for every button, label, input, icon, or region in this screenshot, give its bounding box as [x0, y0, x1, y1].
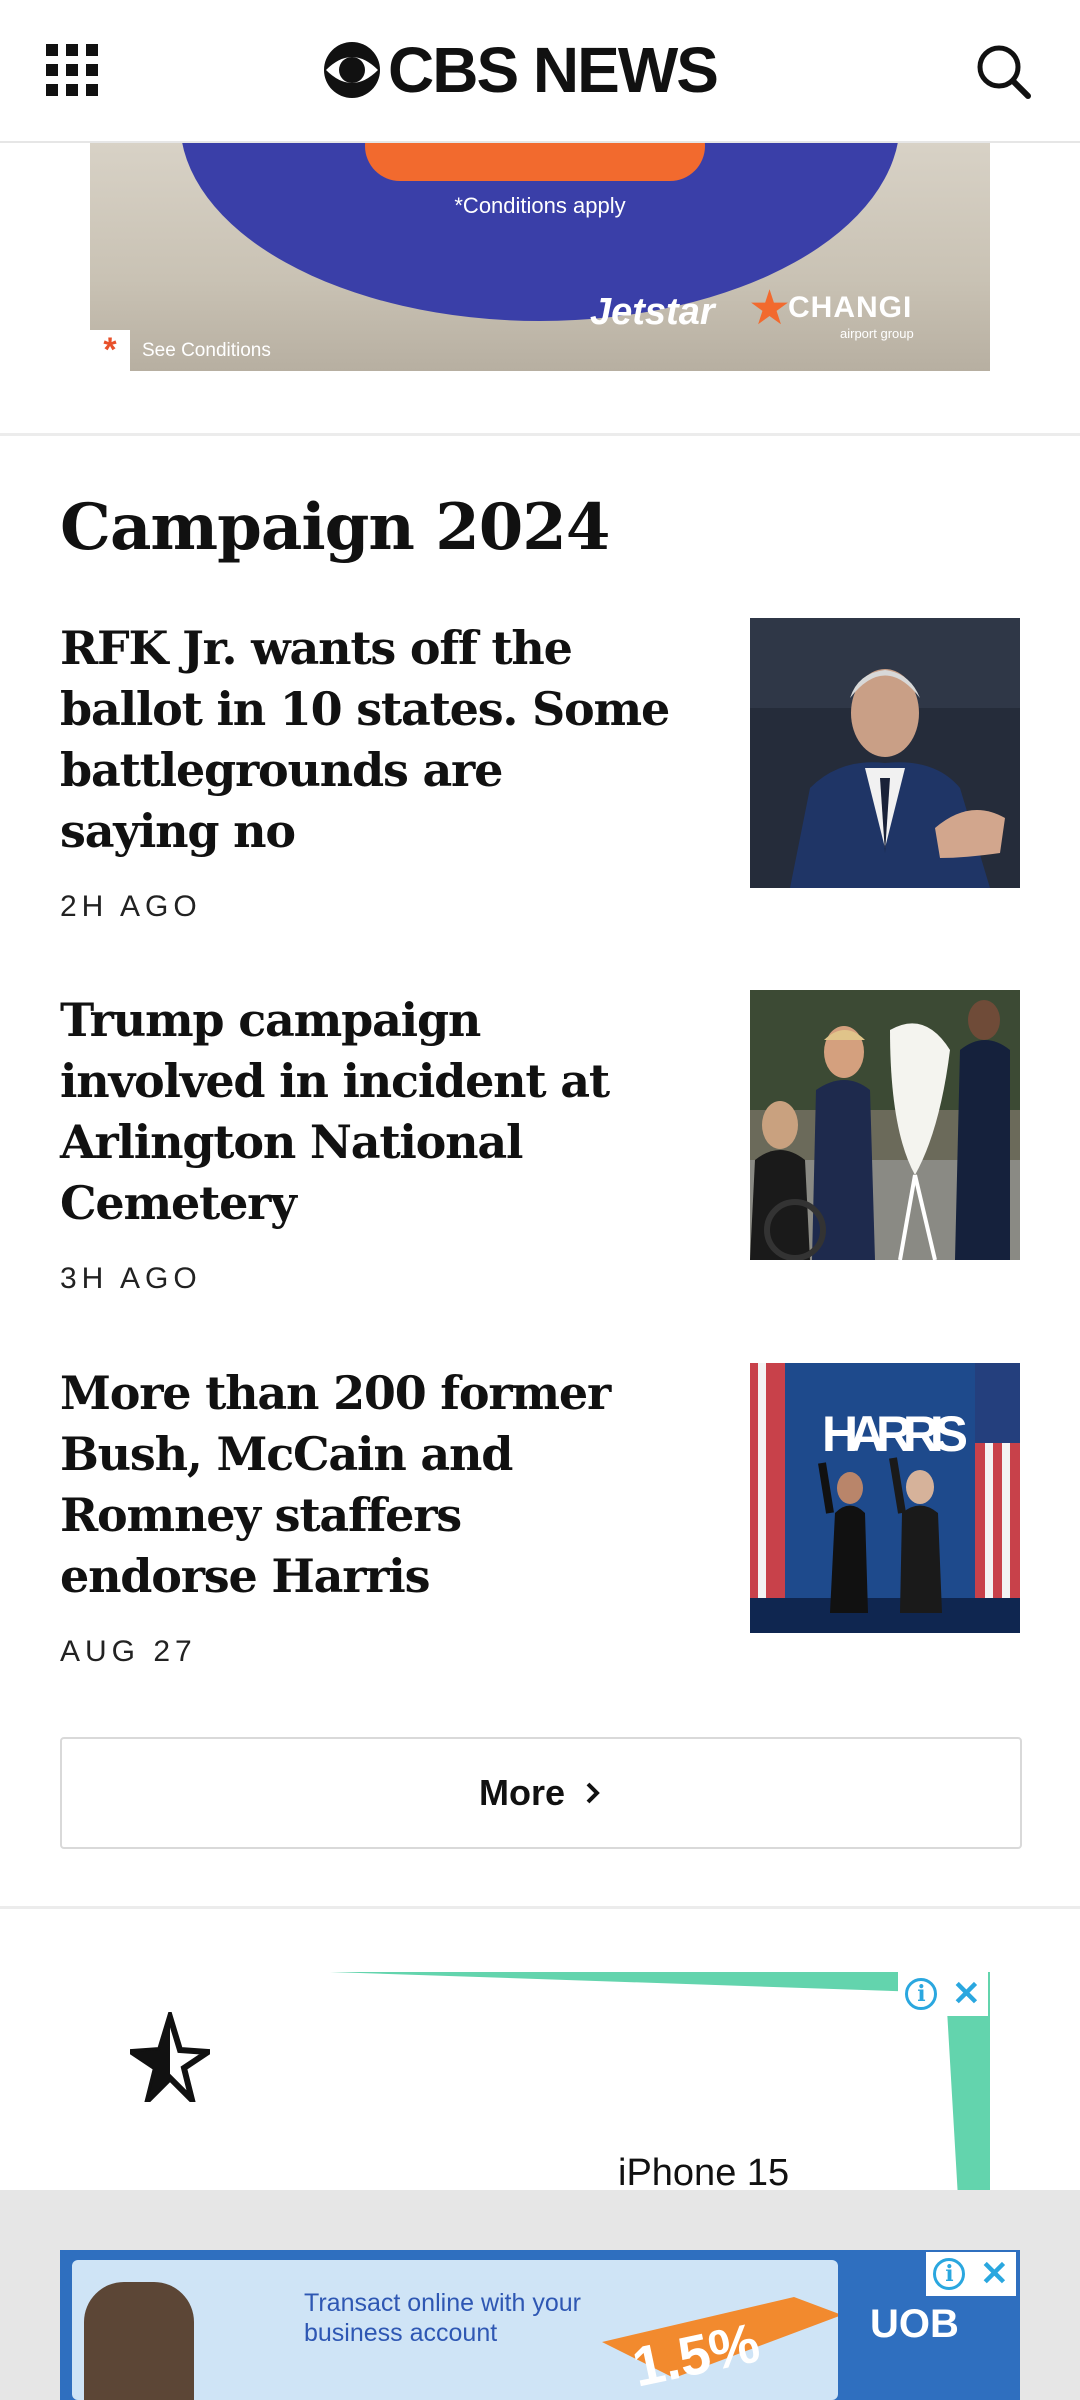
uob-logo-text: UOB [870, 2302, 959, 2346]
more-button-label: More [478, 1772, 565, 1813]
story-timestamp: AUG 27 [60, 1635, 197, 1668]
top-nav-bar: CBS NEWS [0, 0, 1080, 143]
thumbnail-sign-text: HARRIS [822, 1406, 968, 1462]
story-headline[interactable]: More than 200 former Bush, McCain and Ro… [60, 1363, 670, 1607]
changi-sub-text: airport group [840, 326, 914, 341]
section-divider [0, 433, 1080, 436]
ad-product-text: iPhone 15 [618, 2152, 790, 2190]
story-thumbnail[interactable] [750, 990, 1020, 1260]
see-conditions-label: See Conditions [142, 339, 271, 361]
story-card[interactable]: More than 200 former Bush, McCain and Ro… [60, 1363, 1020, 1668]
story-timestamp: 3H AGO [60, 1262, 202, 1295]
asterisk-icon: * [90, 330, 130, 371]
ad-join-pill [365, 141, 705, 181]
ad-close-icon[interactable]: ✕ [952, 1977, 981, 2011]
ad-choices-control[interactable]: i ✕ [898, 1972, 988, 2016]
story-card[interactable]: RFK Jr. wants off the ballot in 10 state… [60, 618, 1020, 923]
starhub-logo-icon [130, 2012, 210, 2102]
uob-banner-ad[interactable]: Transact online with your business accou… [60, 2250, 1020, 2400]
section-divider [0, 1906, 1080, 1909]
section-title[interactable]: Campaign 2024 [60, 490, 610, 565]
story-thumbnail[interactable]: HARRIS [750, 1363, 1020, 1633]
iphone-banner-ad[interactable]: iPhone 15 i ✕ [90, 1972, 990, 2190]
jetstar-banner-ad[interactable]: *Conditions apply Jetstar ★ CHANGI airpo… [90, 141, 990, 371]
see-conditions-link[interactable]: * See Conditions [90, 330, 271, 371]
ad-rate-text: 1.5% [626, 2310, 765, 2399]
ad-info-icon[interactable]: i [933, 2258, 966, 2290]
cbs-eye-icon [324, 42, 380, 98]
story-headline[interactable]: Trump campaign involved in incident at A… [60, 990, 670, 1234]
ad-person-image [84, 2282, 194, 2400]
ad-conditions-text: *Conditions apply [454, 193, 626, 218]
ad-info-icon[interactable]: i [905, 1978, 938, 2010]
search-icon[interactable] [972, 40, 1034, 102]
jetstar-star-icon: ★ [748, 282, 792, 335]
changi-logo-text: CHANGI [788, 291, 913, 324]
ad-card: Transact online with your business accou… [72, 2260, 838, 2400]
story-thumbnail[interactable] [750, 618, 1020, 888]
logo-text: CBS NEWS [388, 34, 719, 106]
jetstar-logo-text: Jetstar [590, 291, 715, 333]
menu-grid-icon[interactable] [46, 44, 98, 96]
ad-choices-control[interactable]: i ✕ [926, 2252, 1016, 2296]
cbs-news-logo[interactable]: CBS NEWS [322, 32, 719, 108]
story-timestamp: 2H AGO [60, 890, 202, 923]
ad-close-icon[interactable]: ✕ [980, 2257, 1009, 2291]
ad-headline-text: Transact online with your business accou… [304, 2289, 581, 2347]
story-headline[interactable]: RFK Jr. wants off the ballot in 10 state… [60, 618, 670, 862]
chevron-right-icon [586, 1782, 600, 1804]
more-button[interactable]: More [60, 1737, 1022, 1849]
ad-white-shape [90, 1972, 916, 2190]
story-card[interactable]: Trump campaign involved in incident at A… [60, 990, 1020, 1295]
